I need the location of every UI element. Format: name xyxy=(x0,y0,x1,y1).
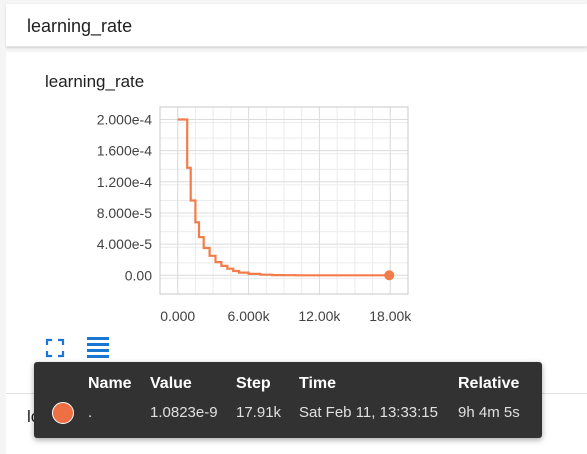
tooltip-row-value: 1.0823e-9 xyxy=(150,404,218,421)
y-tick-label: 0.00 xyxy=(125,267,152,283)
tooltip-header-relative: Relative xyxy=(458,375,520,392)
y-tick-label: 2.000e-4 xyxy=(97,111,152,127)
tooltip-header-name: Name xyxy=(88,375,132,392)
series-line xyxy=(177,118,390,277)
toggle-data-table-button[interactable] xyxy=(86,335,110,359)
tensorboard-scalars-view: learning_rate learning_rate 2.000e-4 1.60… xyxy=(0,0,587,454)
x-tick-label: 12.00k xyxy=(298,308,341,324)
expand-chart-button[interactable] xyxy=(44,337,66,359)
list-icon xyxy=(87,337,109,358)
tooltip-row-step: 17.91k xyxy=(236,404,282,421)
tooltip-header-step: Step xyxy=(236,375,271,392)
hover-point xyxy=(384,270,395,281)
tooltip-row-relative: 9h 4m 5s xyxy=(458,404,520,421)
tooltip-header-value: Value xyxy=(150,375,192,392)
chart-tooltip: Name Value Step Time Relative . 1.0823e-… xyxy=(34,362,542,438)
x-tick-label: 6.000k xyxy=(228,308,271,324)
category-header[interactable]: learning_rate xyxy=(6,4,587,47)
y-tick-label: 1.600e-4 xyxy=(97,143,152,159)
y-tick-label: 4.000e-5 xyxy=(97,236,152,252)
x-tick-label: 18.00k xyxy=(369,308,412,324)
x-tick-label: 0.000 xyxy=(160,308,195,324)
y-tick-label: 8.000e-5 xyxy=(97,205,152,221)
tooltip-row-name: . xyxy=(88,404,93,421)
tooltip-header-time: Time xyxy=(299,375,337,392)
series-color-swatch xyxy=(52,402,74,424)
category-title: learning_rate xyxy=(27,16,133,36)
y-tick-label: 1.200e-4 xyxy=(97,174,152,190)
tooltip-row-time: Sat Feb 11, 13:33:15 xyxy=(299,404,438,421)
expand-icon xyxy=(45,338,65,358)
